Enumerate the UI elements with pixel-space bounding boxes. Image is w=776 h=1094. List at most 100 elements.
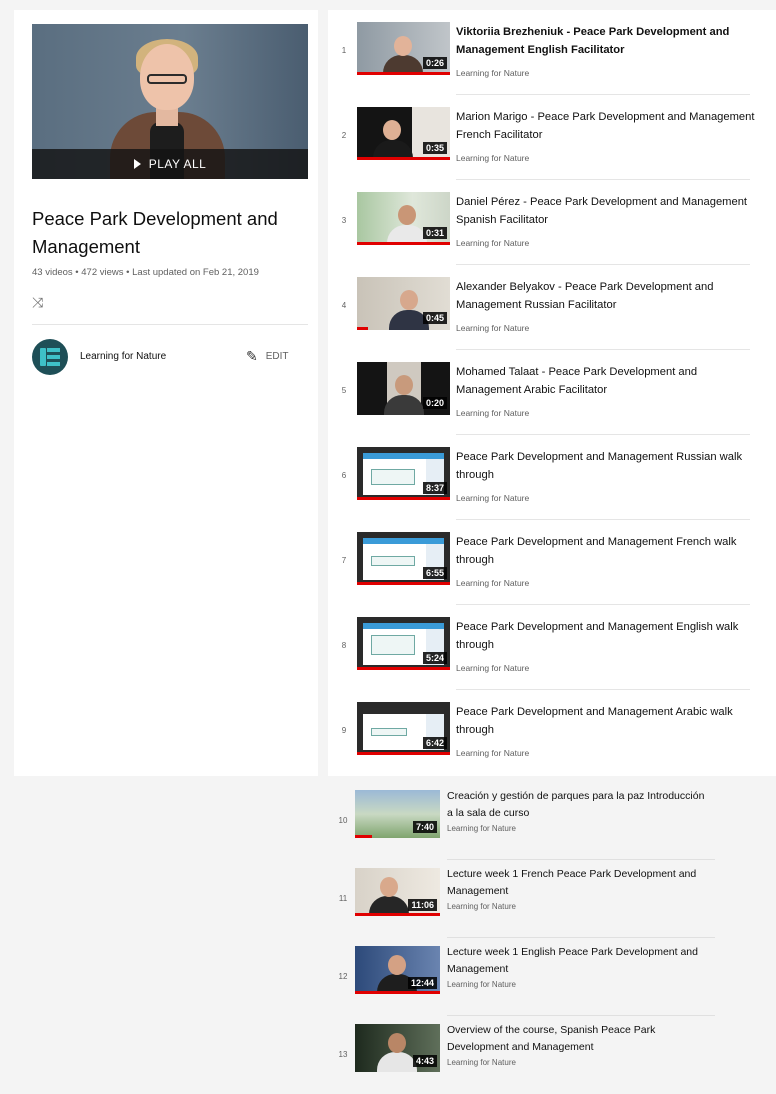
video-row[interactable]: 5 0:20 Mohamed Talaat - Peace Park Devel… <box>328 350 776 435</box>
video-title[interactable]: Peace Park Development and Management Ru… <box>456 448 756 484</box>
video-title[interactable]: Overview of the course, Spanish Peace Pa… <box>447 1022 707 1055</box>
playlist-video-list: 1 0:26 Viktoriia Brezheniuk - Peace Park… <box>328 10 776 776</box>
video-thumbnail[interactable]: 0:26 <box>357 22 450 75</box>
owner-name[interactable]: Learning for Nature <box>80 351 166 362</box>
play-all-label: PLAY ALL <box>148 157 207 171</box>
video-thumbnail[interactable]: 8:37 <box>357 447 450 500</box>
video-channel[interactable]: Learning for Nature <box>456 323 529 333</box>
screen-dialog <box>371 728 407 736</box>
video-row[interactable]: 12 12:44 Lecture week 1 English Peace Pa… <box>330 938 750 1016</box>
video-thumbnail[interactable]: 6:55 <box>357 532 450 585</box>
video-title[interactable]: Peace Park Development and Management Ar… <box>456 703 756 739</box>
video-title[interactable]: Daniel Pérez - Peace Park Development an… <box>456 193 756 229</box>
video-channel[interactable]: Learning for Nature <box>456 408 529 418</box>
video-thumbnail[interactable]: 0:20 <box>357 362 450 415</box>
video-row[interactable]: 2 0:35 Marion Marigo - Peace Park Develo… <box>328 95 776 180</box>
person-head <box>398 205 416 225</box>
video-channel[interactable]: Learning for Nature <box>456 68 529 78</box>
video-index: 12 <box>338 972 348 981</box>
video-index: 7 <box>341 556 347 565</box>
video-index: 9 <box>341 726 347 735</box>
video-index: 6 <box>341 471 347 480</box>
person-head <box>383 120 401 140</box>
video-channel[interactable]: Learning for Nature <box>456 493 529 503</box>
video-row[interactable]: 9 6:42 Peace Park Development and Manage… <box>328 690 776 775</box>
person-head <box>394 36 412 56</box>
edit-button[interactable]: ✎ EDIT <box>246 347 289 365</box>
video-row[interactable]: 8 5:24 Peace Park Development and Manage… <box>328 605 776 690</box>
logo-bar <box>40 348 46 366</box>
video-thumbnail[interactable]: 6:42 <box>357 702 450 755</box>
video-thumbnail[interactable]: 12:44 <box>355 946 440 994</box>
person-head <box>388 1033 406 1053</box>
video-index: 11 <box>338 894 348 903</box>
screen-dialog <box>371 469 415 485</box>
watch-progress <box>357 582 450 585</box>
video-thumbnail[interactable]: 4:43 <box>355 1024 440 1072</box>
video-channel[interactable]: Learning for Nature <box>456 663 529 673</box>
video-duration: 5:24 <box>422 652 447 664</box>
logo-line <box>47 348 60 352</box>
video-thumbnail[interactable]: 7:40 <box>355 790 440 838</box>
video-thumbnail[interactable]: 0:35 <box>357 107 450 160</box>
edit-label: EDIT <box>265 350 289 362</box>
person-head <box>380 877 398 897</box>
video-thumbnail[interactable]: 0:45 <box>357 277 450 330</box>
video-channel[interactable]: Learning for Nature <box>447 1058 516 1067</box>
video-title[interactable]: Marion Marigo - Peace Park Development a… <box>456 108 756 144</box>
video-title[interactable]: Lecture week 1 French Peace Park Develop… <box>447 866 707 899</box>
person-head <box>400 290 418 310</box>
video-channel[interactable]: Learning for Nature <box>447 980 516 989</box>
logo-line <box>47 355 60 359</box>
playlist-title: Peace Park Development and Management <box>32 208 278 257</box>
video-channel[interactable]: Learning for Nature <box>456 748 529 758</box>
video-index: 4 <box>341 301 347 310</box>
watch-progress <box>357 327 369 330</box>
video-channel[interactable]: Learning for Nature <box>447 902 516 911</box>
video-duration: 11:06 <box>408 899 437 911</box>
watch-progress <box>357 667 450 670</box>
pencil-icon: ✎ <box>246 347 258 364</box>
video-row[interactable]: 4 0:45 Alexander Belyakov - Peace Park D… <box>328 265 776 350</box>
video-row[interactable]: 1 0:26 Viktoriia Brezheniuk - Peace Park… <box>328 10 776 95</box>
divider <box>32 324 308 325</box>
video-row[interactable]: 6 8:37 Peace Park Development and Manage… <box>328 435 776 520</box>
video-thumbnail[interactable]: 5:24 <box>357 617 450 670</box>
video-thumbnail[interactable]: 11:06 <box>355 868 440 916</box>
video-title[interactable]: Mohamed Talaat - Peace Park Development … <box>456 363 756 399</box>
video-title[interactable]: Creación y gestión de parques para la pa… <box>447 788 707 821</box>
watch-progress <box>355 991 440 994</box>
video-title[interactable]: Peace Park Development and Management Fr… <box>456 533 756 569</box>
video-duration: 0:45 <box>422 312 447 324</box>
video-duration: 0:20 <box>422 397 447 409</box>
video-thumbnail[interactable]: 0:31 <box>357 192 450 245</box>
play-all-button[interactable]: PLAY ALL <box>32 149 308 179</box>
video-duration: 12:44 <box>407 977 437 989</box>
video-row[interactable]: 13 4:43 Overview of the course, Spanish … <box>330 1016 750 1094</box>
video-channel[interactable]: Learning for Nature <box>447 824 516 833</box>
video-index: 10 <box>338 816 348 825</box>
avatar[interactable] <box>32 339 68 375</box>
watch-progress <box>357 72 450 75</box>
video-title[interactable]: Alexander Belyakov - Peace Park Developm… <box>456 278 756 314</box>
video-channel[interactable]: Learning for Nature <box>456 153 529 163</box>
video-channel[interactable]: Learning for Nature <box>456 578 529 588</box>
video-row[interactable]: 10 7:40 Creación y gestión de parques pa… <box>330 782 750 860</box>
person-head <box>388 955 406 975</box>
video-channel[interactable]: Learning for Nature <box>456 238 529 248</box>
presenter-glasses <box>147 74 187 84</box>
video-index: 2 <box>341 131 347 140</box>
playlist-stats: 43 videos • 472 views • Last updated on … <box>32 267 259 278</box>
shuffle-icon[interactable]: ⤨ <box>32 295 46 309</box>
video-duration: 0:31 <box>422 227 447 239</box>
playlist-sidebar: PLAY ALL Peace Park Development and Mana… <box>14 10 318 776</box>
video-title[interactable]: Lecture week 1 English Peace Park Develo… <box>447 944 707 977</box>
video-title[interactable]: Viktoriia Brezheniuk - Peace Park Develo… <box>456 23 756 59</box>
video-row[interactable]: 7 6:55 Peace Park Development and Manage… <box>328 520 776 605</box>
video-row[interactable]: 3 0:31 Daniel Pérez - Peace Park Develop… <box>328 180 776 265</box>
playlist-hero-thumbnail[interactable]: PLAY ALL <box>32 24 308 179</box>
video-row[interactable]: 11 11:06 Lecture week 1 French Peace Par… <box>330 860 750 938</box>
video-duration: 6:55 <box>422 567 447 579</box>
video-title[interactable]: Peace Park Development and Management En… <box>456 618 756 654</box>
video-duration: 7:40 <box>412 821 437 833</box>
